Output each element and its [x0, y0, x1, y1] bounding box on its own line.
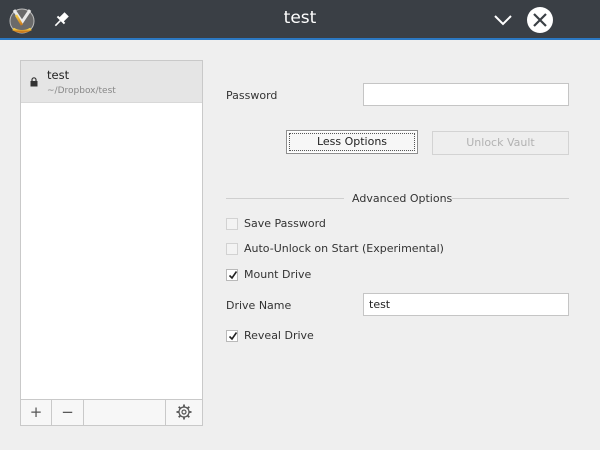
save-password-box: [226, 218, 238, 230]
gear-icon: [176, 404, 192, 420]
chevron-down-icon[interactable]: [493, 11, 513, 29]
unlock-vault-button[interactable]: Unlock Vault: [432, 131, 569, 155]
checkmark-icon: [228, 271, 238, 280]
auto-unlock-box: [226, 243, 238, 255]
remove-vault-button[interactable]: −: [52, 400, 84, 425]
settings-button[interactable]: [165, 400, 202, 425]
section-divider-right: [452, 198, 569, 199]
less-options-button[interactable]: Less Options: [286, 130, 418, 154]
vault-list-panel: test ~/Dropbox/test + −: [20, 60, 203, 426]
password-label: Password: [226, 89, 278, 102]
lock-icon: [30, 77, 38, 87]
checkmark-icon: [228, 332, 238, 341]
section-divider-left: [226, 198, 344, 199]
mount-drive-label: Mount Drive: [244, 268, 312, 281]
drive-name-field[interactable]: [363, 293, 569, 316]
drive-name-label: Drive Name: [226, 299, 292, 312]
mount-drive-box: [226, 269, 238, 281]
close-icon: [533, 13, 547, 27]
reveal-drive-box: [226, 330, 238, 342]
advanced-options-title: Advanced Options: [352, 192, 453, 205]
password-field[interactable]: [363, 83, 569, 106]
title-bar: test: [0, 0, 600, 40]
close-button[interactable]: [527, 7, 553, 33]
vault-list-item[interactable]: test ~/Dropbox/test: [21, 61, 202, 103]
vault-name: test: [47, 68, 70, 82]
vault-list-toolbar: + −: [21, 399, 202, 425]
auto-unlock-label: Auto-Unlock on Start (Experimental): [244, 242, 444, 255]
focus-ring: [289, 133, 415, 151]
reveal-drive-label: Reveal Drive: [244, 329, 314, 342]
add-vault-button[interactable]: +: [21, 400, 52, 425]
vault-path: ~/Dropbox/test: [47, 86, 116, 96]
save-password-label: Save Password: [244, 217, 326, 230]
